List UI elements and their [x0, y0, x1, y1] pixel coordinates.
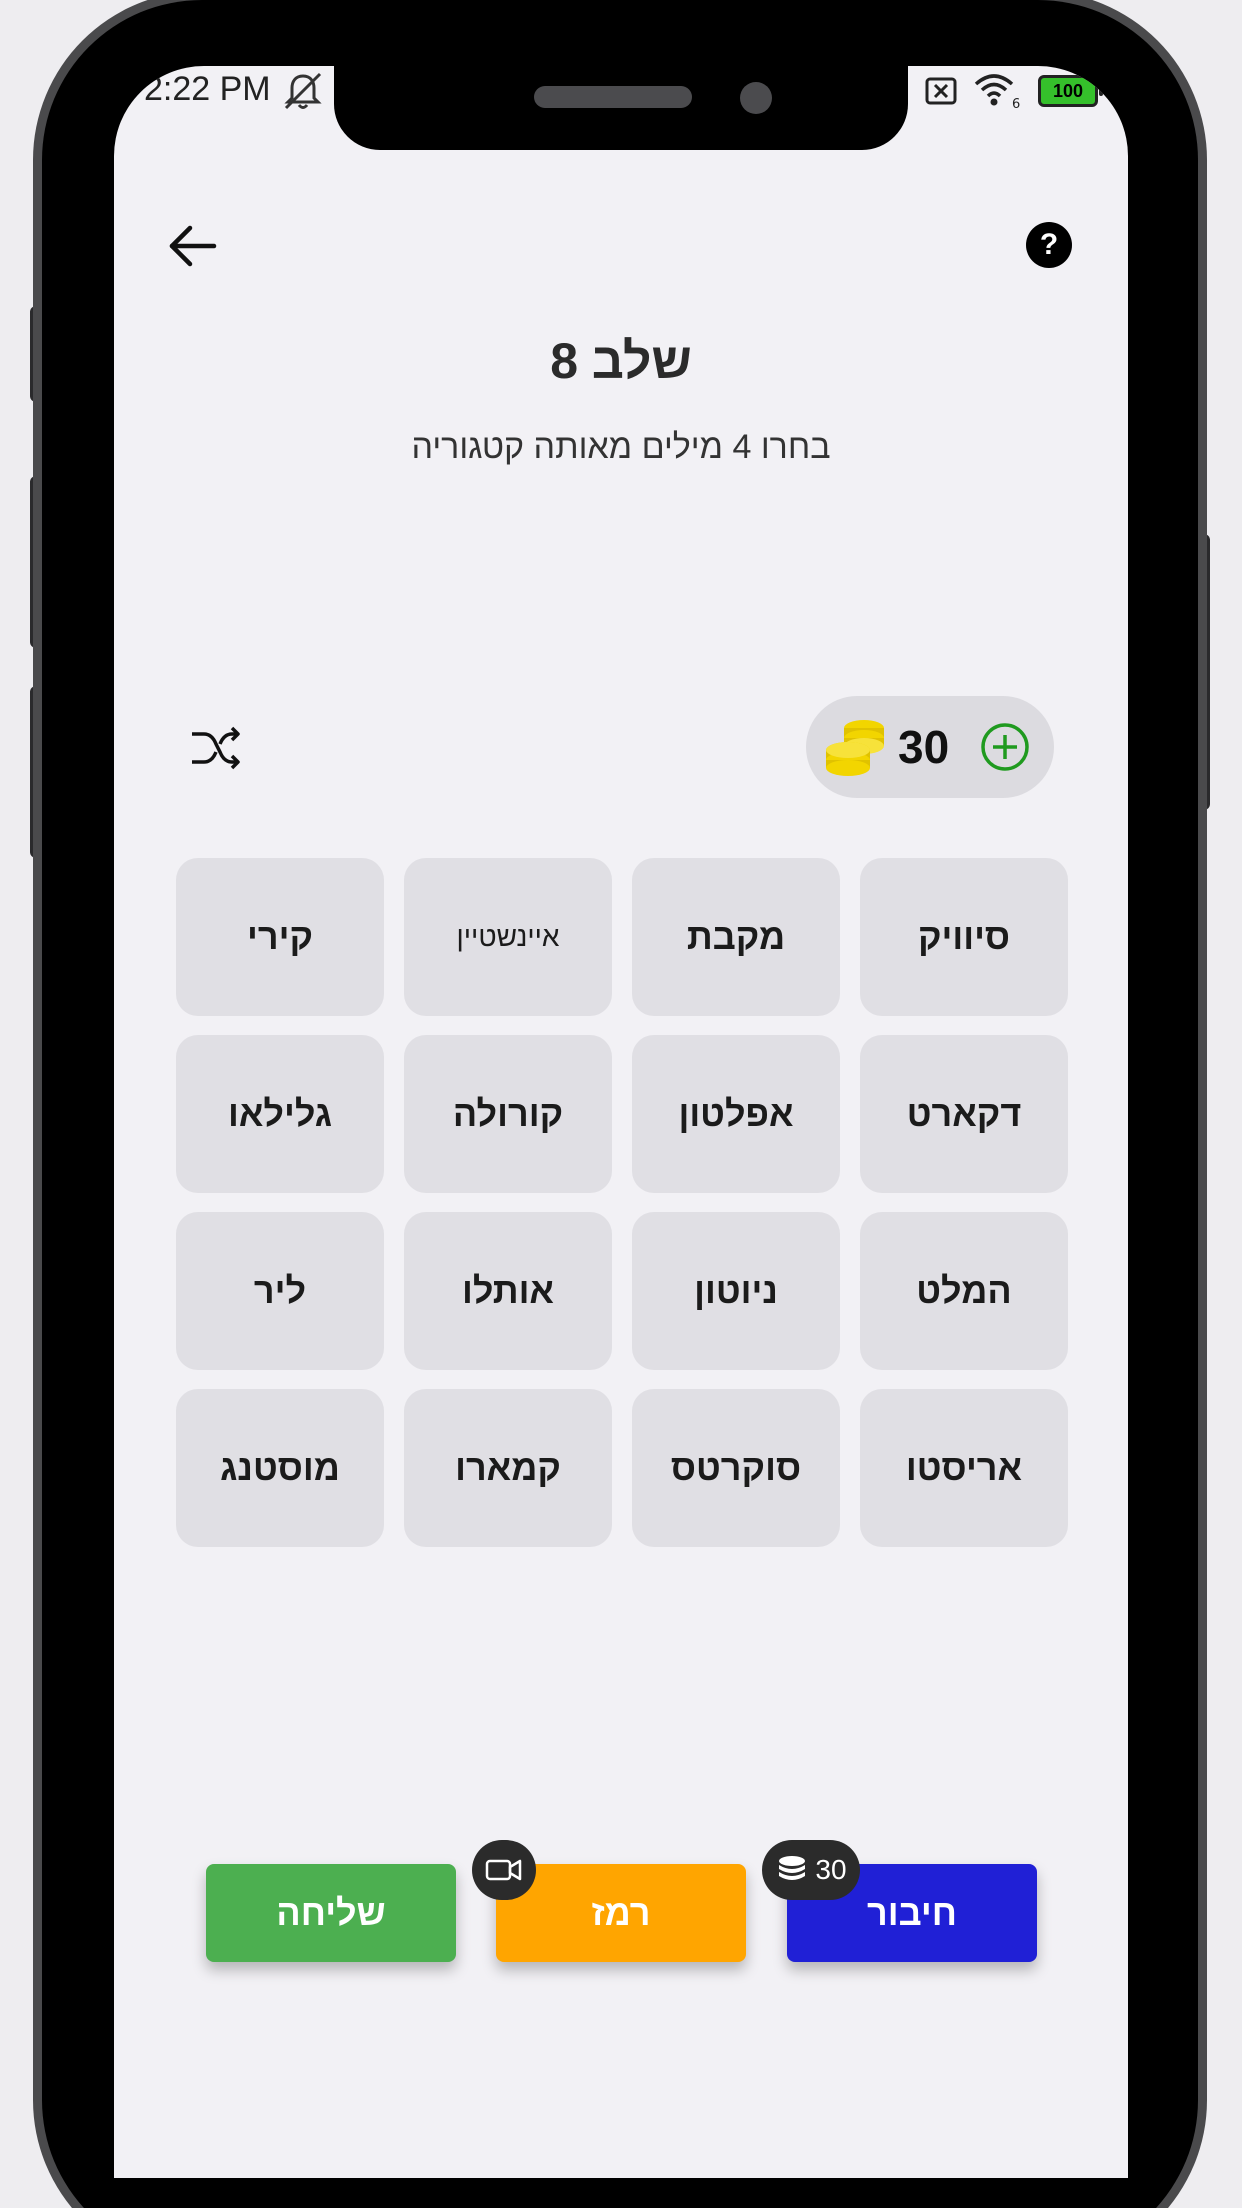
- word-tile[interactable]: אותלו: [404, 1212, 612, 1370]
- word-tile[interactable]: קורולה: [404, 1035, 612, 1193]
- word-tile[interactable]: גלילאו: [176, 1035, 384, 1193]
- connect-cost: 30: [815, 1854, 847, 1885]
- front-camera: [740, 82, 772, 114]
- coins-icon: [826, 720, 884, 776]
- word-tile[interactable]: ניוטון: [632, 1212, 840, 1370]
- battery-icon: 100: [1038, 75, 1103, 107]
- help-button[interactable]: ?: [1026, 222, 1072, 268]
- word-grid: סיוויק מקבת איינשטיין קירי דקארט אפלטון …: [174, 858, 1068, 1547]
- coins-balance: 30: [806, 696, 1054, 798]
- speaker: [534, 86, 692, 108]
- word-tile[interactable]: דקארט: [860, 1035, 1068, 1193]
- status-time: 2:22 PM: [144, 70, 271, 108]
- status-icons: 6 100: [924, 72, 1103, 110]
- video-badge: [472, 1840, 536, 1900]
- video-camera-icon: [485, 1859, 522, 1881]
- app-screen: 2:22 PM 6 100 ? שלב 8 בחרו 4 מילים מאותה…: [114, 66, 1128, 2178]
- notch: [334, 54, 908, 150]
- connect-cost-badge: 30: [762, 1840, 860, 1900]
- word-tile[interactable]: איינשטיין: [404, 858, 612, 1016]
- level-title: שלב 8: [550, 333, 692, 389]
- coins-count: 30: [898, 721, 950, 773]
- cast-off-icon: [925, 77, 957, 105]
- word-tile[interactable]: המלט: [860, 1212, 1068, 1370]
- instructions: בחרו 4 מילים מאותה קטגוריה: [411, 428, 831, 466]
- word-tile[interactable]: מקבת: [632, 858, 840, 1016]
- word-tile[interactable]: אריסטו: [860, 1389, 1068, 1547]
- back-arrow-icon[interactable]: [164, 218, 220, 274]
- word-tile[interactable]: מוסטנג: [176, 1389, 384, 1547]
- page: 2:22 PM 6 100 ? שלב 8 בחרו 4 מילים מאותה…: [0, 0, 1242, 2208]
- add-coins-icon[interactable]: [980, 722, 1030, 772]
- word-tile[interactable]: סוקרטס: [632, 1389, 840, 1547]
- word-tile[interactable]: אפלטון: [632, 1035, 840, 1193]
- shuffle-icon[interactable]: [188, 720, 244, 776]
- coins-stack-icon: [779, 1856, 806, 1880]
- word-tile[interactable]: ליר: [176, 1212, 384, 1370]
- wifi-label: 6: [1012, 97, 1020, 110]
- wifi-icon: 6: [974, 74, 1020, 110]
- word-tile[interactable]: סיוויק: [860, 858, 1068, 1016]
- word-tile[interactable]: קמארו: [404, 1389, 612, 1547]
- send-button[interactable]: שליחה: [206, 1864, 456, 1962]
- word-tile[interactable]: קירי: [176, 858, 384, 1016]
- battery-level: 100: [1052, 81, 1084, 101]
- phone-power-button: [1196, 534, 1210, 810]
- muted-bell-icon: [284, 72, 322, 110]
